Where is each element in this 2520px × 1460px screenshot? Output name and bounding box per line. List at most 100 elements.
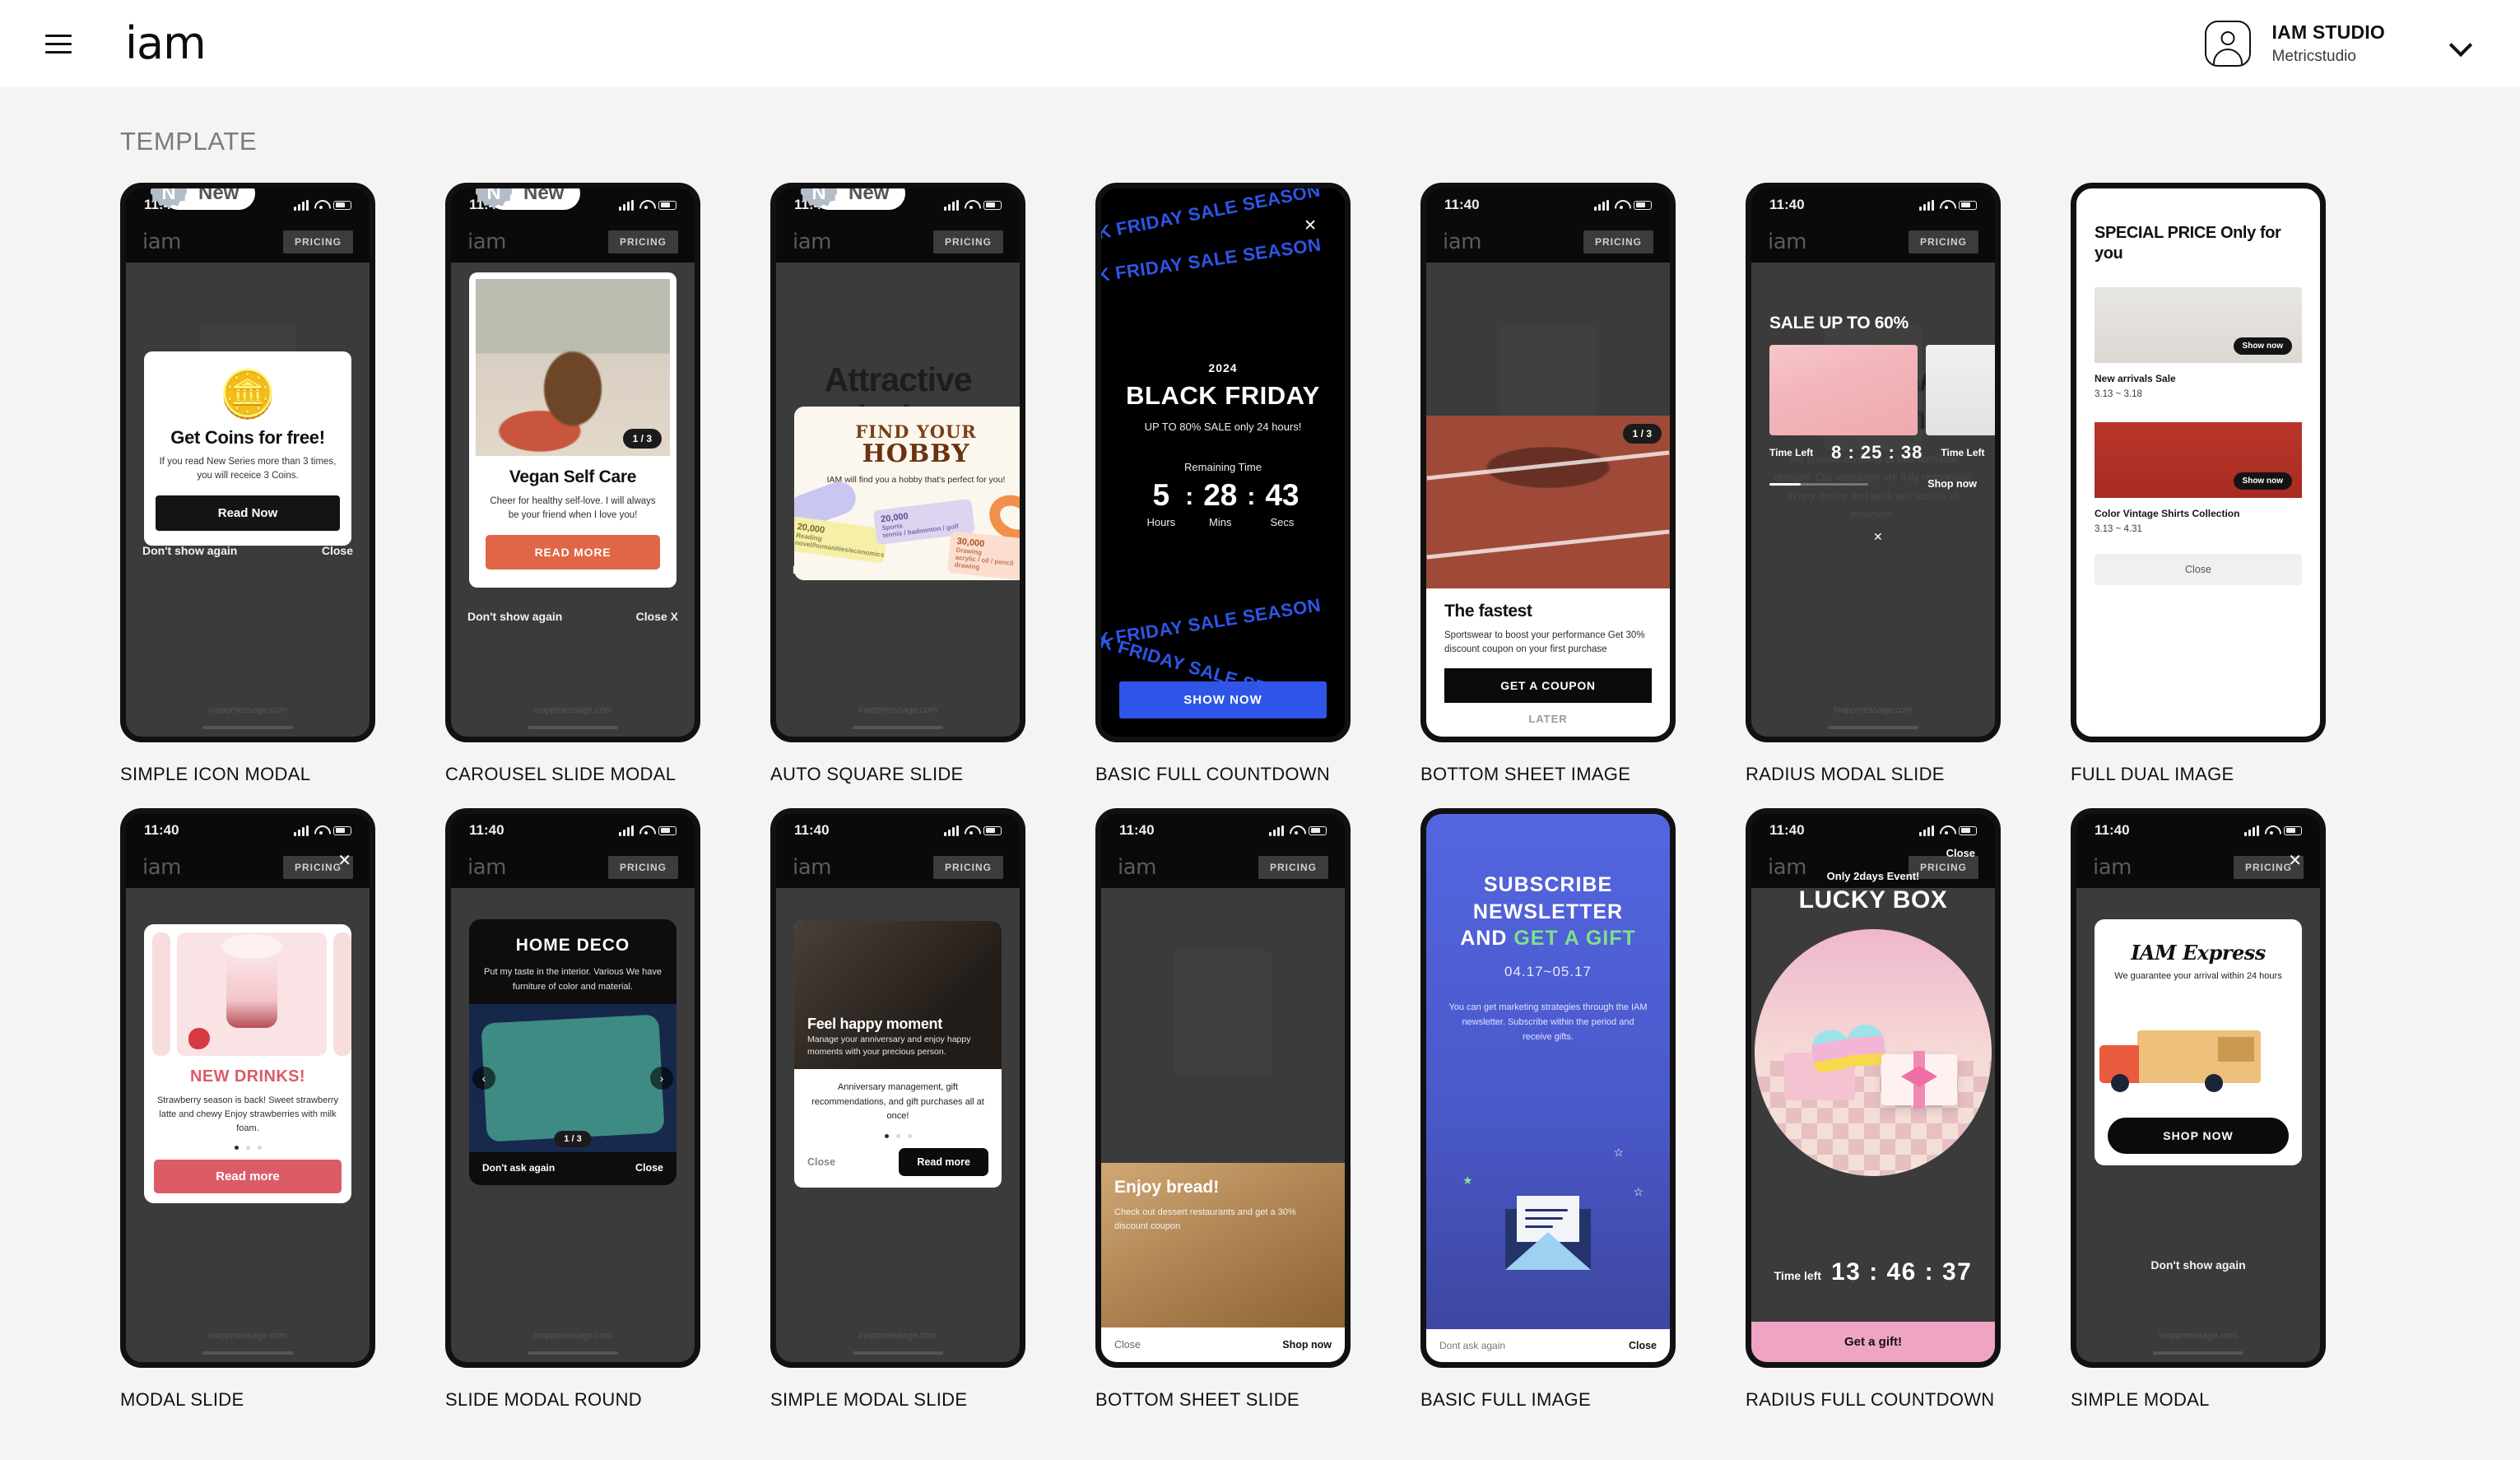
close-icon[interactable]: ✕ (337, 850, 351, 871)
close-button[interactable]: Close (807, 1156, 835, 1168)
shop-now-button[interactable]: Shop now (1927, 478, 1977, 490)
template-card[interactable]: 11:40 iam PRICING Attractive design We p… (1746, 808, 2001, 1411)
phone-preview[interactable]: 11:40 iam PRICING Attractive design We p… (1746, 183, 2001, 742)
slide-dots[interactable] (144, 1146, 351, 1151)
close-button[interactable]: Close (2095, 554, 2302, 585)
countdown-separator: : (1247, 482, 1256, 510)
phone-preview[interactable]: N New 11:40 iam PRICING (120, 183, 375, 742)
shop-now-button[interactable]: Shop now (1282, 1339, 1332, 1351)
template-card[interactable]: N New 11:40 iam PRICING Attractive desig… (770, 183, 1025, 785)
avatar-head (2220, 31, 2235, 45)
phone-preview[interactable]: BLACK FRIDAY SALE SEASON BLACK FRIDAY SA… (1095, 183, 1351, 742)
countdown-value: 8 : 25 : 38 (1831, 442, 1923, 463)
phone-preview[interactable]: 11:40 ✕ iam PRICING Attractive design We… (2071, 808, 2326, 1368)
phone-preview[interactable]: 11:40 iam PRICING 1 / 3 The fastest Spor… (1420, 183, 1676, 742)
modal-primary-button[interactable]: Get a gift! (1751, 1322, 1995, 1362)
template-card[interactable]: SUBSCRIBE NEWSLETTER AND GET A GIFT 04.1… (1420, 808, 1676, 1411)
close-icon[interactable]: ✕ (1873, 530, 1883, 543)
prev-slide-thumb[interactable] (152, 932, 170, 1056)
phone-preview[interactable]: 11:40 iam PRICING Enjoy bread! Check out… (1095, 808, 1351, 1368)
chevron-left-icon[interactable]: ‹ (472, 1067, 495, 1090)
modal-title: BLACK FRIDAY (1126, 381, 1320, 410)
modal-primary-button[interactable]: Read more (899, 1147, 988, 1176)
brand-logo[interactable]: iam (125, 21, 207, 66)
phone-preview[interactable]: 11:40 ✕ iam PRICING Attractive design We… (120, 808, 375, 1368)
show-now-button[interactable]: Show now (2233, 472, 2292, 490)
icon-modal[interactable]: 🪙 Get Coins for free! If you read New Se… (144, 351, 351, 546)
modal-secondary-button[interactable]: LATER (1426, 703, 1670, 737)
chevron-right-icon[interactable]: › (650, 1067, 673, 1090)
slide-images[interactable] (1769, 345, 1995, 435)
happy-moment-modal[interactable]: Feel happy moment Manage your anniversar… (794, 921, 1002, 1188)
phone-preview[interactable]: N New 11:40 iam PRICING Attractive desig… (445, 183, 700, 742)
bg-url: inappmessage.com (208, 705, 287, 715)
modal-primary-button[interactable]: SHOP NOW (2108, 1118, 2289, 1154)
close-icon[interactable]: ✕ (1304, 216, 1317, 235)
pricing-button[interactable]: PRICING (1908, 230, 1978, 253)
dont-ask-again[interactable]: Don't ask again (482, 1162, 555, 1174)
truck-wheel (2111, 1074, 2129, 1092)
template-card[interactable]: 11:40 iam PRICING Attractive design We p… (445, 808, 700, 1411)
status-bar: 11:40 (1101, 814, 1345, 847)
hamburger-icon[interactable] (40, 25, 77, 63)
striped-shirts-image[interactable]: Show now (2095, 422, 2302, 498)
template-card[interactable]: 11:40 iam PRICING Attractive design We p… (770, 808, 1025, 1411)
carousel-modal[interactable]: 1 / 3 Vegan Self Care Cheer for healthy … (469, 272, 676, 588)
template-card[interactable]: BLACK FRIDAY SALE SEASON BLACK FRIDAY SA… (1095, 183, 1351, 785)
phone-preview[interactable]: SUBSCRIBE NEWSLETTER AND GET A GIFT 04.1… (1420, 808, 1676, 1368)
black-friday-overlay[interactable]: BLACK FRIDAY SALE SEASON BLACK FRIDAY SA… (1101, 188, 1345, 737)
account-menu[interactable]: IAM STUDIO Metricstudio (2204, 21, 2474, 67)
template-card[interactable]: 11:40 iam PRICING Enjoy bread! Check out… (1095, 808, 1351, 1411)
dont-ask-again[interactable]: Dont ask again (1439, 1340, 1505, 1351)
close-button[interactable]: Close (1629, 1340, 1657, 1351)
modal-primary-button[interactable]: GET A COUPON (1444, 668, 1652, 703)
close-button[interactable]: Close (1114, 1339, 1141, 1351)
drinks-modal[interactable]: NEW DRINKS! Strawberry season is back! S… (144, 924, 351, 1204)
express-modal[interactable]: IAM Express We guarantee your arrival wi… (2095, 919, 2302, 1165)
modal-footer: Don't ask again Close (469, 1152, 676, 1185)
status-icons (944, 825, 1002, 836)
bottom-sheet[interactable]: Enjoy bread! Check out dessert restauran… (1101, 1163, 1345, 1362)
phone-preview[interactable]: SPECIAL PRICE Only for you Show now New … (2071, 183, 2326, 742)
fashion-models-image[interactable]: Show now (2095, 287, 2302, 363)
pricing-button[interactable]: PRICING (607, 230, 678, 253)
template-card[interactable]: N New 11:40 iam PRICING Attractive desig… (445, 183, 700, 785)
pricing-button[interactable]: PRICING (932, 856, 1003, 879)
item-caption: New arrivals Sale (2095, 373, 2176, 384)
countdown-block: 2024 BLACK FRIDAY UP TO 80% SALE only 24… (1101, 361, 1345, 528)
show-now-button[interactable]: Show now (2233, 337, 2292, 355)
phone-preview[interactable]: 11:40 iam PRICING Attractive design We p… (770, 808, 1025, 1368)
status-icons (294, 825, 351, 836)
bottom-sheet[interactable]: 1 / 3 The fastest Sportswear to boost yo… (1426, 415, 1670, 737)
close-button[interactable]: Close (635, 1162, 663, 1174)
template-card[interactable]: 11:40 ✕ iam PRICING Attractive design We… (120, 808, 375, 1411)
newsletter-overlay[interactable]: SUBSCRIBE NEWSLETTER AND GET A GIFT 04.1… (1426, 814, 1670, 1362)
timer-label: Remaining Time (1184, 461, 1262, 473)
site-logo: iam (793, 230, 831, 254)
template-card[interactable]: 11:40 iam PRICING Attractive design We p… (1746, 183, 2001, 785)
progress-bar[interactable] (1769, 482, 1868, 486)
template-card[interactable]: SPECIAL PRICE Only for you Show now New … (2071, 183, 2326, 785)
phone-preview[interactable]: 11:40 iam PRICING Attractive design We p… (445, 808, 700, 1368)
pricing-button[interactable]: PRICING (607, 856, 678, 879)
square-slide-modal[interactable]: FIND YOUR HOBBY IAM will find you a hobb… (794, 407, 1020, 580)
next-slide-thumb[interactable] (333, 932, 351, 1056)
modal-primary-button[interactable]: SHOW NOW (1119, 681, 1327, 718)
close-button[interactable]: Close (1946, 847, 1975, 859)
pricing-button[interactable]: PRICING (932, 230, 1003, 253)
phone-preview[interactable]: N New 11:40 iam PRICING Attractive desig… (770, 183, 1025, 742)
pricing-button[interactable]: PRICING (282, 230, 353, 253)
template-card[interactable]: 11:40 ✕ iam PRICING Attractive design We… (2071, 808, 2326, 1411)
template-card[interactable]: 11:40 iam PRICING 1 / 3 The fastest Spor… (1420, 183, 1676, 785)
chevron-down-icon[interactable] (2451, 37, 2474, 50)
modal-primary-button[interactable]: Read Now (156, 495, 340, 532)
phone-preview[interactable]: 11:40 iam PRICING Attractive design We p… (1746, 808, 2001, 1368)
pricing-button[interactable]: PRICING (1583, 230, 1653, 253)
modal-primary-button[interactable]: Read more (154, 1160, 342, 1194)
pricing-button[interactable]: PRICING (1258, 856, 1328, 879)
template-card[interactable]: N New 11:40 iam PRICING (120, 183, 375, 785)
modal-primary-button[interactable]: READ MORE (486, 534, 660, 570)
home-deco-modal[interactable]: HOME DECO Put my taste in the interior. … (469, 919, 676, 1186)
close-icon[interactable]: ✕ (2288, 850, 2302, 871)
avatar-body (2212, 49, 2243, 65)
